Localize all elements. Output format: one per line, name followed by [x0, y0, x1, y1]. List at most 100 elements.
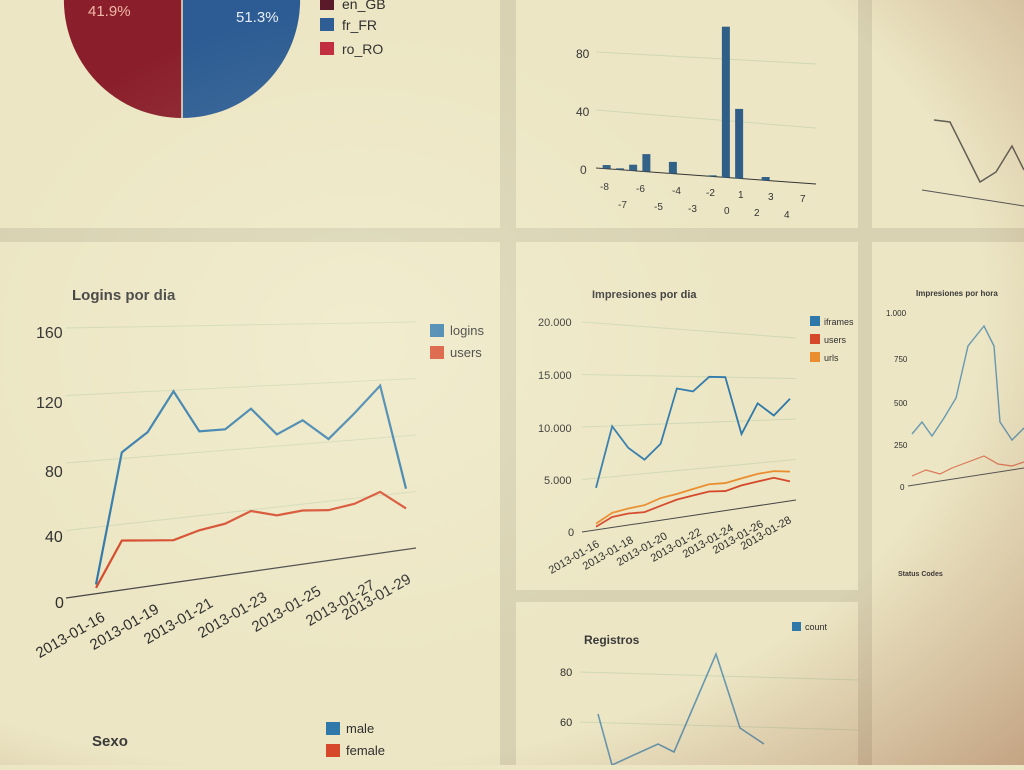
- y-tick-label: 120: [36, 395, 63, 412]
- grid-line: [581, 321, 797, 339]
- legend-label-urls: urls: [824, 353, 839, 363]
- logins-chart: Logins por dia 160 120 80 40 0 logins us…: [33, 287, 484, 662]
- x-axis: [595, 167, 817, 185]
- grid-line: [65, 491, 417, 531]
- histogram-bar: [629, 164, 638, 171]
- y-tick-label: 60: [560, 717, 572, 729]
- chart-title: Registros: [584, 633, 640, 647]
- histogram-bar: [708, 175, 717, 177]
- sexo-chart: Sexo male female: [92, 721, 385, 758]
- chart-title: Impresiones por dia: [592, 289, 697, 301]
- x-tick-label: 3: [768, 192, 774, 203]
- legend-label-female: female: [346, 743, 385, 758]
- legend-swatch: [810, 316, 820, 326]
- legend-label-fr-fr: fr_FR: [342, 17, 377, 33]
- histogram-bar: [721, 26, 730, 178]
- panel-divider: [858, 0, 872, 765]
- histogram-bar: [735, 108, 744, 179]
- legend-label-users: users: [824, 335, 847, 345]
- x-tick-label: -5: [654, 202, 663, 213]
- series-line-users: [911, 455, 1024, 477]
- series-line-iframes: [595, 375, 791, 489]
- series-line-iframes: [911, 324, 1024, 442]
- y-tick-label: 40: [45, 529, 63, 546]
- x-tick-label: -3: [688, 204, 697, 215]
- legend-swatch: [320, 18, 334, 31]
- legend-label-count: count: [805, 622, 828, 632]
- x-tick-label: 7: [800, 194, 806, 205]
- legend-swatch: [810, 334, 820, 344]
- chart-title: Impresiones por hora: [916, 289, 998, 298]
- y-tick-label: 80: [560, 667, 572, 679]
- dashboard-screen: 41.9% 51.3% en_GB fr_FR ro_RO 80 40 0 -8…: [0, 0, 1024, 767]
- legend-label-ro-ro: ro_RO: [342, 41, 383, 57]
- y-tick-label: 0: [900, 483, 905, 492]
- y-tick-label: 160: [36, 325, 63, 342]
- grid-line: [579, 671, 859, 681]
- grid-line: [595, 51, 817, 65]
- locale-pie-chart: 41.9% 51.3% en_GB fr_FR ro_RO: [63, 0, 386, 119]
- histogram-chart: 80 40 0 -8 -6 -4 -2 1 3 7 -7 -5 -3 0 2 4: [576, 26, 817, 221]
- registros-chart: Registros count 80 60: [560, 622, 859, 767]
- grid-line: [579, 721, 859, 731]
- chart-title: Sexo: [92, 733, 128, 750]
- legend-swatch: [320, 0, 334, 10]
- histogram-bar: [761, 177, 770, 181]
- x-tick-label: -7: [618, 200, 627, 211]
- x-tick-label: -4: [672, 186, 681, 197]
- legend-label-male: male: [346, 721, 374, 736]
- grid-line: [65, 378, 417, 396]
- legend-label-users: users: [450, 345, 482, 360]
- chart-title: Logins por dia: [72, 287, 176, 304]
- legend-swatch: [430, 324, 444, 337]
- sexo-panel: Sexo male female: [60, 712, 460, 765]
- legend-label-logins: logins: [450, 323, 484, 338]
- y-tick-label: 0: [580, 163, 587, 177]
- y-tick-label: 250: [894, 441, 908, 450]
- legend-swatch: [326, 744, 340, 757]
- impresiones-hora-panel: Impresiones por hora 1.000 750 500 250 0…: [872, 242, 1024, 590]
- legend-label-iframes: iframes: [824, 317, 854, 327]
- x-tick-label: 2: [754, 208, 760, 219]
- y-tick-label: 80: [45, 464, 63, 481]
- histogram-bar: [615, 168, 624, 170]
- x-tick-label: 0: [724, 206, 730, 217]
- impresiones-chart: Impresiones por dia 20.000 15.000 10.000…: [538, 289, 854, 577]
- legend-label-en-gb: en_GB: [342, 0, 386, 12]
- impresiones-hora-chart: Impresiones por hora 1.000 750 500 250 0…: [886, 289, 1024, 578]
- series-line-users: [95, 490, 407, 589]
- panel-divider: [516, 590, 858, 602]
- grid-line: [65, 434, 417, 464]
- histogram-bar: [602, 165, 611, 169]
- y-tick-label: 1.000: [886, 309, 907, 318]
- legend-swatch: [320, 42, 334, 55]
- grid-line: [65, 321, 417, 329]
- registros-panel: Registros count 80 60: [516, 602, 859, 767]
- y-tick-label: 80: [576, 47, 590, 61]
- series-line-logins: [94, 383, 408, 585]
- pie-slice-label: 41.9%: [88, 3, 131, 20]
- y-tick-label: 0: [55, 595, 64, 612]
- legend-swatch: [810, 352, 820, 362]
- x-axis: [921, 189, 1024, 207]
- pie-slice-label: 51.3%: [236, 9, 279, 26]
- locale-pie-panel: 41.9% 51.3% en_GB fr_FR ro_RO: [0, 0, 500, 228]
- grid-line: [581, 374, 797, 379]
- y-tick-label: 20.000: [538, 317, 572, 329]
- histogram-bar: [668, 161, 677, 174]
- impresiones-panel: Impresiones por dia 20.000 15.000 10.000…: [516, 242, 858, 590]
- legend-swatch: [326, 722, 340, 735]
- series-line: [933, 119, 1024, 184]
- legend-swatch: [430, 346, 444, 359]
- grid-line: [581, 459, 797, 480]
- y-tick-label: 10.000: [538, 423, 572, 435]
- histogram-bar: [642, 154, 651, 172]
- top-right-mini-chart: [921, 119, 1024, 207]
- x-tick-label: -8: [600, 182, 609, 193]
- series-line-users: [595, 476, 791, 528]
- x-tick-label: 4: [784, 210, 790, 221]
- x-tick-label: -2: [706, 188, 715, 199]
- x-tick-label: -6: [636, 184, 645, 195]
- series-line-count: [597, 651, 765, 767]
- y-tick-label: 40: [576, 105, 590, 119]
